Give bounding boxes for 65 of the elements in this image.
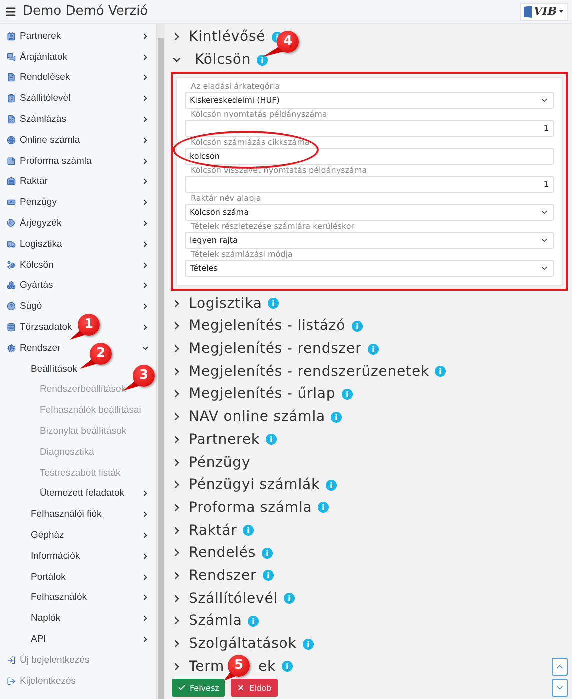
logo[interactable]: VIB — [520, 2, 568, 20]
select-field[interactable]: Tételes — [185, 260, 554, 278]
sidebar-item[interactable]: Felhasználók — [31, 592, 87, 604]
sidebar-item[interactable]: Gyártás — [20, 280, 54, 292]
section-title[interactable]: Rendszer — [189, 568, 257, 584]
section-title[interactable]: Proforma számla — [189, 500, 312, 516]
field-label: Kölcsön visszavét nyomtatás példányszáma — [190, 166, 368, 176]
select-field[interactable]: Kölcsön száma — [185, 204, 554, 222]
sidebar-item[interactable]: Logisztika — [20, 238, 62, 250]
field-label: Az eladási árkategória — [190, 82, 280, 92]
sidebar-item[interactable]: Gépház — [31, 530, 64, 542]
discard-button[interactable]: Eldob — [231, 679, 278, 697]
sidebar-item[interactable]: Ütemezett feladatok — [40, 488, 124, 500]
section-title[interactable]: Megjelenítés - űrlap — [189, 386, 336, 402]
input-field[interactable]: kolcson — [185, 148, 554, 166]
section-title[interactable]: Kintlévősé — [189, 29, 266, 46]
section-title[interactable]: Term — [189, 658, 225, 675]
sidebar-item[interactable]: Proforma számla — [20, 156, 92, 167]
sidebar-item[interactable]: Partnerek — [20, 30, 62, 42]
section-title[interactable]: Partnerek — [189, 432, 260, 448]
section-title[interactable]: Szállítólevél — [189, 590, 278, 607]
sidebar-item[interactable]: Rendszer — [20, 342, 61, 354]
section-title[interactable]: Szolgáltatások — [189, 636, 297, 652]
sidebar-item[interactable]: Felhasználói fiók — [31, 509, 102, 520]
field-label: Kölcsön számlázás cikkszáma — [190, 138, 310, 148]
section-title[interactable]: NAV online számla — [189, 409, 326, 426]
sidebar-item[interactable]: Törzsadatok — [20, 322, 72, 334]
sidebar-item[interactable]: API — [31, 634, 46, 645]
input-field[interactable]: 1 — [185, 120, 554, 138]
sidebar-item[interactable]: Szállítólevél — [20, 93, 71, 104]
sidebar-item[interactable]: Súgó — [20, 301, 42, 312]
field-label: Tételek számlázási módja — [190, 250, 293, 260]
sidebar-item[interactable]: Raktár — [20, 176, 48, 188]
field-label: Raktár név alapja — [190, 194, 262, 204]
section-title-fragment: ek — [258, 658, 276, 675]
section-title[interactable]: Megjelenítés - listázó — [189, 318, 346, 334]
section-title[interactable]: Raktár — [189, 522, 238, 539]
select-field[interactable]: Kiskereskedelmi (HUF) — [185, 92, 554, 110]
sidebar-item[interactable]: Rendelések — [20, 72, 70, 84]
section-title[interactable]: Logisztika — [189, 296, 262, 312]
sidebar-item[interactable]: Beállítások — [31, 364, 78, 375]
sidebar-item[interactable]: Árjegyzék — [20, 218, 62, 230]
sidebar-item[interactable]: Árajánlatok — [20, 52, 68, 63]
save-button[interactable]: Felvesz — [172, 679, 226, 697]
section-title[interactable]: Megjelenítés - rendszer — [189, 341, 362, 358]
select-field[interactable]: legyen rajta — [185, 232, 554, 250]
sidebar-item[interactable]: Információk — [31, 550, 80, 562]
callout-badge: 4 — [277, 31, 299, 53]
field-label: Kölcsön nyomtatás példányszáma — [190, 110, 328, 120]
section-title[interactable]: Rendelés — [189, 545, 256, 562]
section-title[interactable]: Kölcsön — [195, 52, 252, 68]
section-title[interactable]: Megjelenítés - rendszerüzenetek — [189, 364, 430, 380]
sidebar-item[interactable]: Pénzügy — [20, 197, 57, 208]
app-title: Demo Demó Verzió — [23, 4, 150, 19]
sidebar-item[interactable]: Online számla — [20, 134, 80, 146]
sidebar-item[interactable]: Kölcsön — [20, 260, 54, 271]
callout-badge: 5 — [228, 655, 250, 677]
sidebar-item[interactable]: Portálok — [31, 572, 66, 583]
sidebar-item[interactable]: Naplók — [31, 613, 61, 624]
field-label: Tételek részletezése számlára kerüléskor — [190, 222, 355, 232]
sidebar-item[interactable]: Számlázás — [20, 114, 66, 126]
section-title[interactable]: Számla — [189, 613, 242, 630]
section-title[interactable]: Pénzügy — [189, 454, 251, 471]
input-field[interactable]: 1 — [185, 176, 554, 194]
section-title[interactable]: Pénzügyi számlák — [189, 477, 320, 494]
